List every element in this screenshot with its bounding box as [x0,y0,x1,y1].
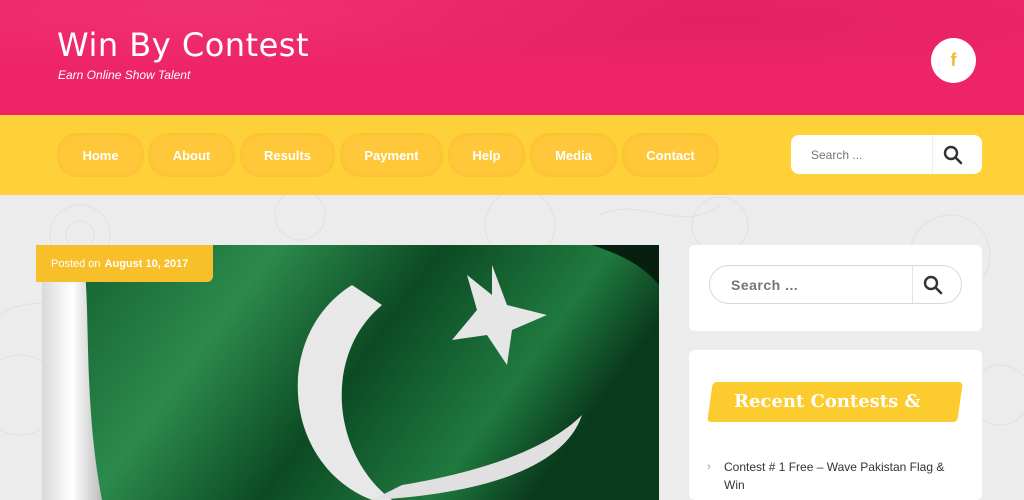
nav-item-home[interactable]: Home [57,133,144,177]
nav-item-help[interactable]: Help [448,133,525,177]
nav-item-payment[interactable]: Payment [340,133,443,177]
recent-contest-link[interactable]: Contest # 1 Free – Wave Pakistan Flag & … [724,458,954,494]
facebook-icon[interactable]: f [931,38,976,83]
site-header: Win By Contest Earn Online Show Talent [0,0,1024,115]
nav-item-media[interactable]: Media [530,133,617,177]
nav-item-results[interactable]: Results [240,133,335,177]
post-date-badge: Posted on August 10, 2017 [36,245,213,282]
sidebar-search-button[interactable] [912,266,952,303]
recent-contests-title: Recent Contests & P [734,391,921,413]
posted-on-label: Posted on [51,257,101,270]
chevron-right-icon: › [707,461,711,473]
header-search-input[interactable] [791,135,936,174]
site-title[interactable]: Win By Contest [57,26,309,64]
header-search-button[interactable] [932,135,972,174]
nav-item-about[interactable]: About [148,133,235,177]
flag-image [42,245,659,500]
nav-item-contact[interactable]: Contact [622,133,719,177]
site-tagline: Earn Online Show Talent [58,68,191,82]
post-featured-image[interactable] [42,245,659,500]
search-icon [943,145,962,164]
sidebar-search-input[interactable] [710,266,910,303]
search-icon [923,275,942,294]
post-date[interactable]: August 10, 2017 [105,258,189,270]
